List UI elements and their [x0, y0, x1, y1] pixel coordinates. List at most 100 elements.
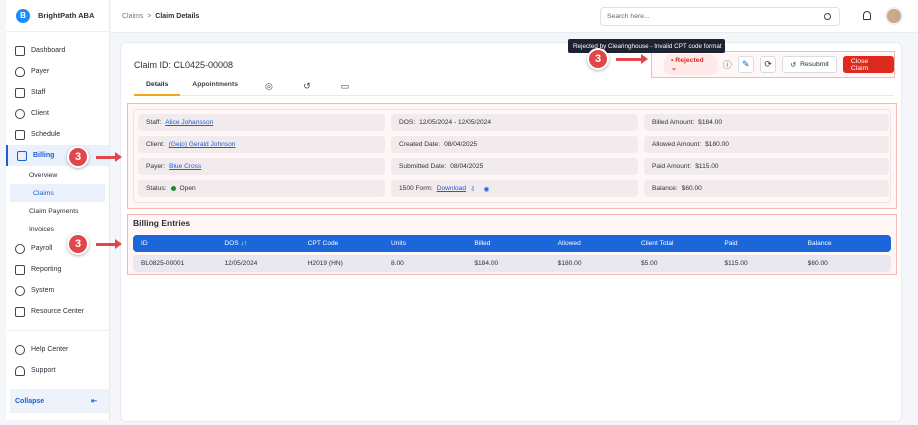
claim-actions: • Rejected ⌄ ⓘ ✎ ⟳ ↺ Resubmit Close Claim: [651, 51, 895, 78]
billing-icon: [17, 150, 27, 161]
column-header: Client Total: [641, 240, 674, 247]
table-cell: $180.00: [557, 260, 582, 267]
label: Payer: [31, 68, 50, 75]
info-icon[interactable]: ⓘ: [723, 58, 732, 71]
table-cell: $115.00: [724, 260, 748, 267]
app-name: BrightPath ABA: [38, 11, 95, 20]
client-field: Client: (Gejo) Gerald Johnson: [138, 136, 385, 153]
sidebar-item-resource-center[interactable]: Resource Center: [6, 301, 109, 322]
value: 12/05/2024 - 12/05/2024: [419, 119, 491, 126]
staff-field: Staff: Alice Johansson: [138, 114, 385, 131]
history-icon[interactable]: ↺: [288, 81, 326, 95]
dos-field: DOS: 12/05/2024 - 12/05/2024: [391, 114, 638, 131]
sidebar-item-dashboard[interactable]: Dashboard: [6, 40, 109, 61]
undo-icon: ↺: [790, 61, 797, 69]
staff-link[interactable]: Alice Johansson: [165, 119, 213, 126]
resubmit-button[interactable]: ↺ Resubmit: [782, 56, 837, 73]
folder-icon[interactable]: ▭: [326, 81, 364, 95]
collapse-icon: ⇤: [91, 398, 97, 405]
headset-icon: [15, 365, 25, 376]
notes-icon[interactable]: ◎: [250, 81, 288, 95]
column-header: Balance: [807, 240, 832, 247]
sidebar-item-help-center[interactable]: Help Center: [6, 339, 109, 360]
value: $180.00: [705, 141, 729, 148]
sidebar-item-reporting[interactable]: Reporting: [6, 259, 109, 280]
sidebar-item-system[interactable]: System: [6, 280, 109, 301]
column-header[interactable]: DOS ↓↑: [224, 240, 307, 247]
bell-icon[interactable]: [863, 11, 871, 20]
label: Schedule: [31, 131, 61, 138]
avatar[interactable]: [885, 7, 903, 25]
status-label: Rejected: [675, 57, 704, 64]
label: Resource Center: [31, 308, 84, 315]
breadcrumb: Claims > Claim Details: [122, 13, 199, 20]
refresh-button[interactable]: ⟳: [760, 56, 777, 73]
sidebar-item-schedule[interactable]: Schedule: [6, 124, 109, 145]
status-dropdown[interactable]: • Rejected ⌄: [664, 54, 717, 75]
sidebar-item-payroll[interactable]: Payroll: [6, 238, 109, 259]
value: Open: [179, 185, 196, 192]
label: Submitted Date:: [399, 163, 447, 170]
table-header: ID DOS ↓↑ CPT Code Units Billed Allowed Client…: [133, 235, 891, 252]
submitted-field: Submitted Date: 08/04/2025: [391, 158, 638, 175]
sidebar-item-staff[interactable]: Staff: [6, 82, 109, 103]
tab-appointments[interactable]: Appointments: [180, 81, 250, 96]
search-input[interactable]: Search here...: [600, 7, 840, 26]
breadcrumb-separator: >: [147, 12, 152, 20]
sidebar-item-payer[interactable]: Payer: [6, 61, 109, 82]
label: Billed Amount:: [652, 119, 695, 126]
eye-icon[interactable]: ◉: [484, 185, 490, 193]
paid-field: Paid Amount: $115.00: [644, 158, 889, 175]
client-link[interactable]: (Gejo) Gerald Johnson: [169, 141, 236, 148]
allowed-field: Allowed Amount: $180.00: [644, 136, 889, 153]
sidebar-item-billing[interactable]: Billing: [6, 145, 109, 166]
sidebar: B BrightPath ABA Dashboard Payer Staff C…: [6, 0, 110, 420]
label: Client:: [146, 141, 165, 148]
sidebar-sub-overview[interactable]: Overview: [6, 166, 109, 184]
sidebar-sub-invoices[interactable]: Invoices: [6, 220, 109, 238]
sidebar-item-support[interactable]: Support: [6, 360, 109, 381]
cloud-download-icon[interactable]: ⇩: [470, 185, 476, 193]
collapse-label: Collapse: [15, 397, 45, 405]
value: $60.00: [681, 185, 702, 192]
annotation-badge: 3: [587, 48, 609, 70]
label: Created Date:: [399, 141, 441, 148]
status-field: Status: Open: [138, 180, 385, 197]
billing-title: Billing Entries: [133, 218, 191, 228]
label: Client: [31, 110, 49, 117]
help-icon: [15, 344, 25, 355]
table-cell: H2019 (HN): [307, 260, 343, 267]
gear-icon: [15, 285, 25, 296]
payer-link[interactable]: Blue Cross: [169, 163, 201, 170]
label: Staff:: [146, 119, 162, 126]
breadcrumb-claims[interactable]: Claims: [122, 13, 143, 20]
edit-icon: ✎: [742, 59, 750, 69]
download-link[interactable]: Download: [437, 185, 466, 192]
search-icon[interactable]: [824, 13, 831, 20]
label: Staff: [31, 89, 46, 96]
label: Balance:: [652, 185, 678, 192]
created-field: Created Date: 08/04/2025: [391, 136, 638, 153]
sidebar-sub-claim-payments[interactable]: Claim Payments: [6, 202, 109, 220]
calendar-icon: [15, 129, 25, 140]
table-cell: $184.00: [474, 260, 499, 267]
balance-field: Balance: $60.00: [644, 180, 889, 197]
table-row[interactable]: BL0825-00001 12/05/2024 H2019 (HN) 8.00 $184…: [133, 255, 891, 272]
label: Reporting: [31, 266, 62, 273]
label: 1500 Form:: [399, 185, 433, 192]
label: Help Center: [31, 346, 69, 353]
payroll-icon: [15, 243, 25, 254]
billing-entries-panel: Billing Entries ID DOS ↓↑ CPT Code Units Bil…: [127, 214, 897, 275]
tab-details[interactable]: Details: [134, 81, 181, 96]
clipboard-icon: [15, 264, 25, 275]
sidebar-item-client[interactable]: Client: [6, 103, 109, 124]
sidebar-sub-claims[interactable]: Claims: [10, 184, 105, 202]
annotation-arrow: [96, 239, 122, 249]
value: $184.00: [698, 119, 722, 126]
table-cell: $60.00: [807, 260, 828, 267]
collapse-button[interactable]: Collapse ⇤: [10, 389, 109, 413]
logo[interactable]: B BrightPath ABA: [6, 0, 109, 32]
tabs: Details Appointments ◎ ↺ ▭: [134, 81, 894, 96]
close-claim-button[interactable]: Close Claim: [842, 56, 894, 73]
edit-button[interactable]: ✎: [737, 56, 754, 73]
